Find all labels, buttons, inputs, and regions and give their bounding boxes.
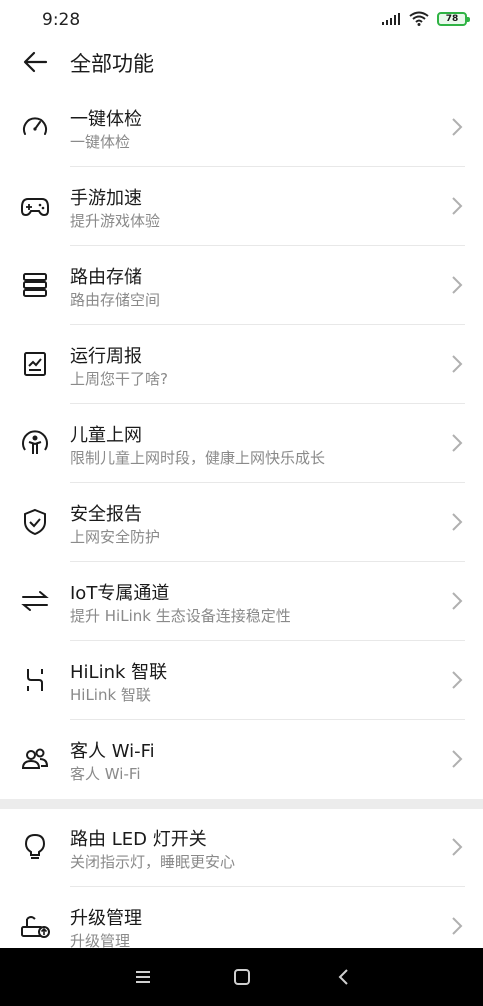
chevron-right-icon <box>452 917 463 935</box>
signal-icon <box>382 12 400 25</box>
item-subtitle: 提升游戏体验 <box>70 212 161 230</box>
item-title: 路由存储 <box>70 267 142 288</box>
list-item-child-internet[interactable]: 儿童上网 限制儿童上网时段，健康上网快乐成长 <box>0 404 483 483</box>
battery-level: 78 <box>445 13 459 24</box>
transfer-arrows-icon <box>21 591 49 611</box>
item-title: 安全报告 <box>70 504 142 525</box>
child-icon <box>22 430 48 454</box>
chevron-right-icon <box>452 750 463 768</box>
chevron-right-icon <box>452 592 463 610</box>
item-subtitle: 上网安全防护 <box>70 528 161 546</box>
chevron-right-icon <box>452 276 463 294</box>
list-item-led-switch[interactable]: 路由 LED 灯开关 关闭指示灯，睡眠更安心 <box>0 808 483 887</box>
item-title: 手游加速 <box>70 188 142 209</box>
chevron-right-icon <box>452 838 463 856</box>
status-icons: 78 <box>381 11 470 26</box>
list-item-router-storage[interactable]: 路由存储 路由存储空间 <box>0 246 483 325</box>
list-item-health-check[interactable]: 一键体检 一键体检 <box>0 88 483 167</box>
item-subtitle: 一键体检 <box>70 133 131 151</box>
item-title: HiLink 智联 <box>70 662 168 683</box>
list-item-iot-channel[interactable]: IoT专属通道 提升 HiLink 生态设备连接稳定性 <box>0 562 483 641</box>
chevron-right-icon <box>452 197 463 215</box>
menu-icon[interactable] <box>132 966 154 988</box>
status-time: 9:28 <box>42 10 81 30</box>
page-title: 全部功能 <box>70 52 154 76</box>
chevron-right-icon <box>452 513 463 531</box>
item-subtitle: 限制儿童上网时段，健康上网快乐成长 <box>70 449 326 467</box>
storage-icon <box>23 273 47 297</box>
gamepad-icon <box>21 198 49 217</box>
item-subtitle: 提升 HiLink 生态设备连接稳定性 <box>70 607 291 625</box>
item-subtitle: 关闭指示灯，睡眠更安心 <box>70 853 236 871</box>
item-title: 运行周报 <box>70 346 142 367</box>
item-title: 客人 Wi-Fi <box>70 741 155 762</box>
list-item-guest-wifi[interactable]: 客人 Wi-Fi 客人 Wi-Fi <box>0 720 483 799</box>
item-title: IoT专属通道 <box>70 583 170 604</box>
list-item-game-boost[interactable]: 手游加速 提升游戏体验 <box>0 167 483 246</box>
chevron-right-icon <box>452 434 463 452</box>
report-chart-icon <box>24 352 46 376</box>
item-title: 路由 LED 灯开关 <box>70 829 207 850</box>
list-item-hilink[interactable]: HiLink 智联 HiLink 智联 <box>0 641 483 720</box>
list-item-weekly-report[interactable]: 运行周报 上周您干了啥? <box>0 325 483 404</box>
lightbulb-icon <box>24 833 46 859</box>
feature-list: 一键体检 一键体检 手游加速 提升游戏体验 路由存储 路由存储空间 运行周报 上… <box>0 88 483 809</box>
speedometer-icon <box>23 117 47 135</box>
item-title: 一键体检 <box>70 109 142 130</box>
system-nav-bar <box>0 948 483 1006</box>
guests-icon <box>21 748 49 769</box>
status-bar: 9:28 78 <box>0 0 483 40</box>
list-item-security-report[interactable]: 安全报告 上网安全防护 <box>0 483 483 562</box>
hilink-icon <box>27 669 43 691</box>
router-upgrade-icon <box>21 916 50 938</box>
shield-check-icon <box>24 508 46 536</box>
item-subtitle: 客人 Wi-Fi <box>70 765 141 783</box>
item-title: 儿童上网 <box>70 425 142 446</box>
chevron-right-icon <box>452 118 463 136</box>
feature-list-secondary: 路由 LED 灯开关 关闭指示灯，睡眠更安心 升级管理 升级管理 <box>0 808 483 966</box>
header: 全部功能 <box>0 40 483 84</box>
item-title: 升级管理 <box>70 908 142 929</box>
back-icon[interactable] <box>333 966 355 988</box>
battery-icon: 78 <box>437 11 470 26</box>
item-subtitle: 路由存储空间 <box>70 291 161 309</box>
chevron-right-icon <box>452 671 463 689</box>
item-subtitle: HiLink 智联 <box>70 686 151 704</box>
back-arrow-icon[interactable] <box>20 46 52 78</box>
wifi-icon <box>409 11 429 26</box>
home-icon[interactable] <box>231 966 253 988</box>
item-subtitle: 上周您干了啥? <box>70 370 168 388</box>
chevron-right-icon <box>452 355 463 373</box>
